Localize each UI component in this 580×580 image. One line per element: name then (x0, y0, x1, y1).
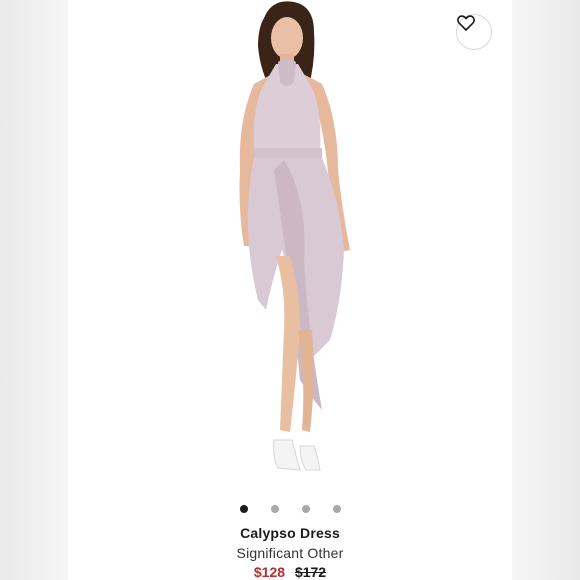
image-pagination (68, 503, 512, 515)
product-card: Calypso Dress Significant Other $128 $17… (68, 0, 512, 580)
background-right (512, 0, 580, 580)
product-brand[interactable]: Significant Other (68, 545, 512, 561)
product-title[interactable]: Calypso Dress (68, 525, 512, 541)
model-illustration (239, 1, 350, 471)
pagination-dot[interactable] (270, 505, 279, 513)
pagination-dot[interactable] (301, 505, 310, 513)
background-left (0, 0, 68, 580)
heart-outline-icon (457, 15, 475, 31)
pagination-dot[interactable] (239, 505, 248, 513)
original-price: $172 (294, 564, 327, 580)
product-image[interactable] (68, 0, 512, 495)
sale-price: $128 (253, 564, 286, 580)
pagination-dot[interactable] (332, 505, 341, 513)
favorite-button[interactable] (456, 14, 492, 50)
price-row: $128 $172 (68, 564, 512, 580)
